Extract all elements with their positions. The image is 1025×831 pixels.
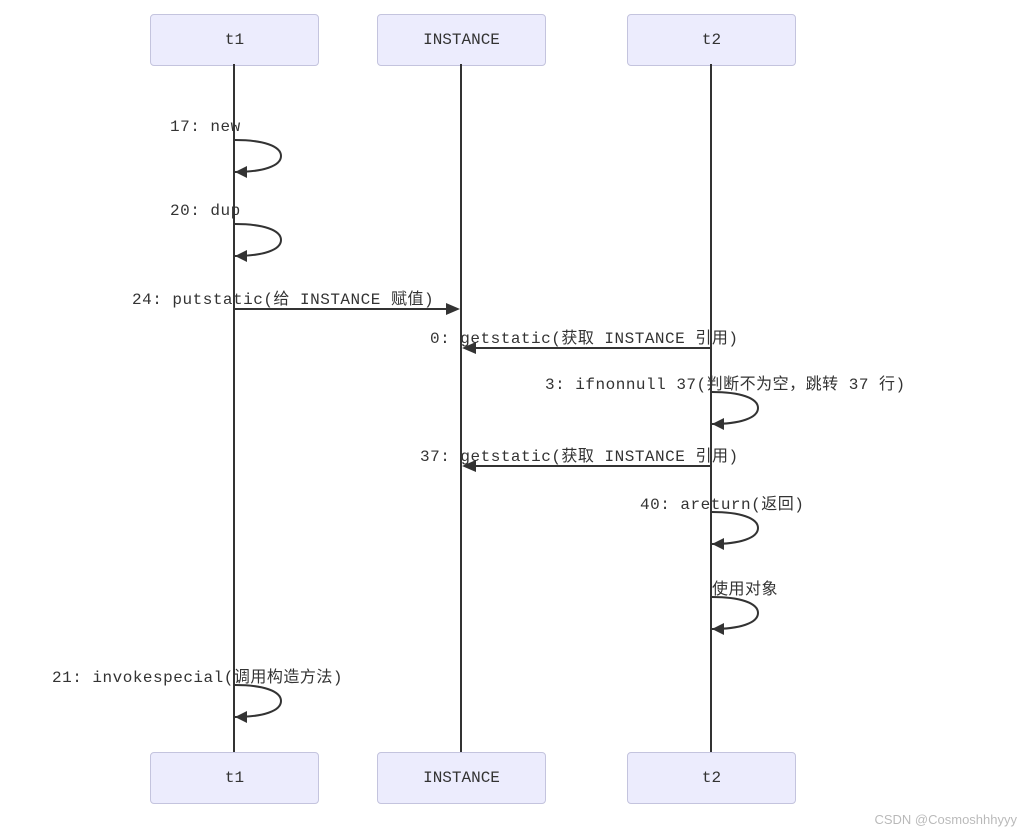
arrow <box>476 465 710 467</box>
self-loop-icon <box>235 138 285 174</box>
participant-label: INSTANCE <box>423 769 500 787</box>
participant-label: t1 <box>225 31 244 49</box>
arrow <box>476 347 710 349</box>
lifeline-instance <box>460 64 462 752</box>
participant-label: t2 <box>702 31 721 49</box>
msg-17-new: 17: new <box>170 118 241 136</box>
msg-24-putstatic: 24: putstatic(给 INSTANCE 赋值) <box>132 285 434 309</box>
arrow-head-icon <box>462 460 476 472</box>
participant-t2-top: t2 <box>627 14 796 66</box>
participant-label: t1 <box>225 769 244 787</box>
participant-label: t2 <box>702 769 721 787</box>
arrow <box>235 308 448 310</box>
self-loop-icon <box>712 510 762 546</box>
participant-instance-bottom: INSTANCE <box>377 752 546 804</box>
self-loop-icon <box>712 595 762 631</box>
participant-label: INSTANCE <box>423 31 500 49</box>
participant-t1-bottom: t1 <box>150 752 319 804</box>
participant-t1-top: t1 <box>150 14 319 66</box>
self-loop-icon <box>235 683 285 719</box>
msg-21-invokespecial: 21: invokespecial(调用构造方法) <box>52 663 343 687</box>
arrow-head-icon <box>446 303 460 315</box>
msg-0-getstatic: 0: getstatic(获取 INSTANCE 引用) <box>430 324 738 348</box>
msg-20-dup: 20: dup <box>170 202 241 220</box>
sequence-diagram: t1 INSTANCE t2 17: new 20: dup 24: putst… <box>0 0 1025 831</box>
participant-t2-bottom: t2 <box>627 752 796 804</box>
self-loop-icon <box>712 390 762 426</box>
participant-instance-top: INSTANCE <box>377 14 546 66</box>
self-loop-icon <box>235 222 285 258</box>
arrow-head-icon <box>462 342 476 354</box>
watermark: CSDN @Cosmoshhhyyy <box>874 812 1017 827</box>
